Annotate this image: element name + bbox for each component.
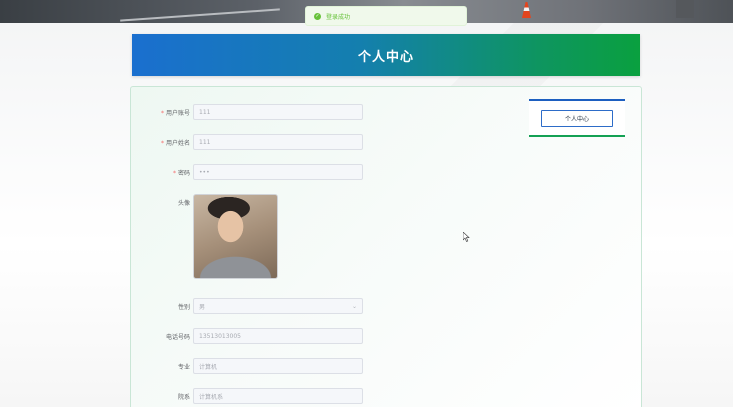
form-row-password: * 密码 ••• <box>131 164 363 180</box>
gender-label: 性别 <box>177 303 190 311</box>
phone-input[interactable]: 13513013005 <box>193 328 363 344</box>
form-row-name: * 用户姓名 111 <box>131 134 363 150</box>
check-circle-icon: ✓ <box>314 12 321 20</box>
major-label: 专业 <box>177 363 190 371</box>
department-label: 院系 <box>177 393 190 401</box>
avatar-image[interactable] <box>193 194 278 279</box>
form-row-gender: 性别 男 ⌄ <box>131 298 363 314</box>
password-label: * 密码 <box>172 169 190 177</box>
banner-traffic-cone <box>522 2 531 18</box>
success-toast: ✓ 登录成功 <box>305 6 467 26</box>
form-row-avatar: 头像 <box>131 194 278 279</box>
form-row-department: 院系 计算机系 <box>131 388 363 404</box>
page-title: 个人中心 <box>357 49 414 65</box>
side-menu-card: 个人中心 <box>529 99 625 137</box>
banner-road-line <box>120 8 280 22</box>
phone-label: 电话号码 <box>165 333 190 341</box>
form-row-phone: 电话号码 13513013005 <box>131 328 363 344</box>
form-row-major: 专业 计算机 <box>131 358 363 374</box>
name-input[interactable]: 111 <box>193 134 363 150</box>
mouse-cursor-icon <box>463 232 470 242</box>
avatar-label: 头像 <box>177 200 190 207</box>
toast-message: 登录成功 <box>326 13 351 21</box>
account-input[interactable]: 111 <box>193 104 363 120</box>
department-input[interactable]: 计算机系 <box>193 388 363 404</box>
form-row-account: * 用户账号 111 <box>131 104 363 120</box>
banner-pole <box>676 0 694 18</box>
page-header: 个人中心 <box>132 34 640 76</box>
chevron-down-icon: ⌄ <box>351 302 357 310</box>
password-input[interactable]: ••• <box>193 164 363 180</box>
name-label: * 用户姓名 <box>160 139 190 147</box>
gender-select[interactable]: 男 ⌄ <box>193 298 363 314</box>
personal-center-button[interactable]: 个人中心 <box>541 109 613 127</box>
major-input[interactable]: 计算机 <box>193 358 363 374</box>
account-label: * 用户账号 <box>160 109 190 117</box>
